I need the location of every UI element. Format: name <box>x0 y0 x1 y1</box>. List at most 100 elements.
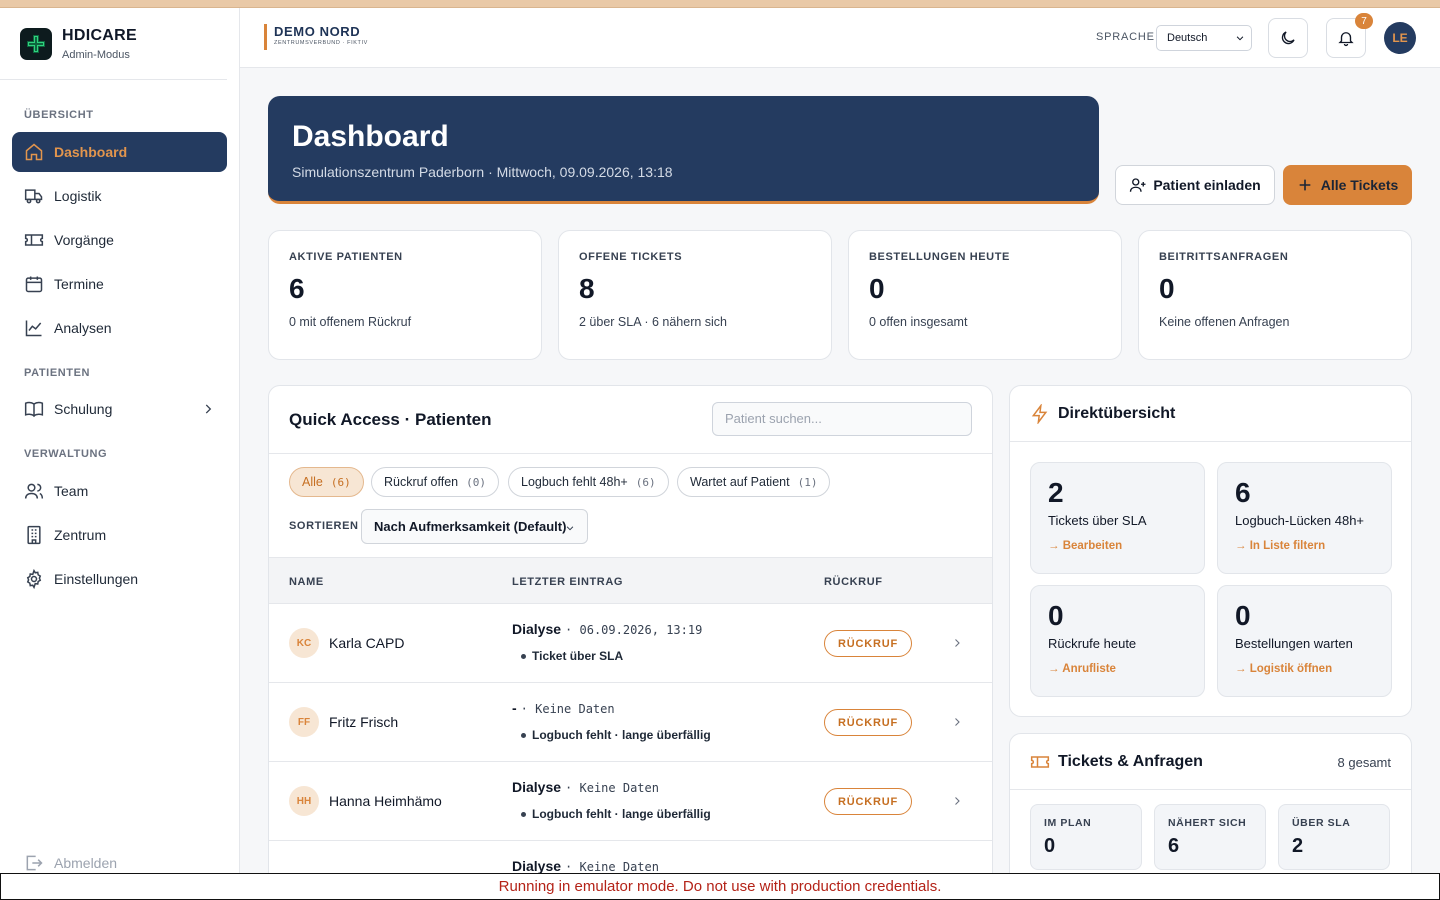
ticket-stat-value: 6 <box>1168 835 1180 857</box>
column-header-name[interactable]: NAME <box>289 576 324 588</box>
tile-orders-waiting[interactable]: 0 Bestellungen warten → Logistik öffnen <box>1217 585 1392 697</box>
avatar: HH <box>289 786 319 816</box>
last-entry: Dialyse · 06.09.2026, 13:19 <box>512 621 702 637</box>
chevron-down-icon <box>566 526 574 531</box>
stat-note: 0 mit offenem Rückruf <box>289 315 412 329</box>
stat-label: OFFENE TICKETS <box>579 251 683 263</box>
column-header-callback[interactable]: RÜCKRUF <box>824 576 883 588</box>
ticket-icon <box>24 234 44 246</box>
book-icon <box>24 401 44 418</box>
sidebar-item-label: Einstellungen <box>54 571 139 587</box>
sidebar-item-termine[interactable]: Termine <box>12 264 227 304</box>
patient-search-input[interactable]: Patient suchen... <box>712 402 972 436</box>
all-tickets-button[interactable]: Alle Tickets <box>1283 165 1412 205</box>
last-entry: Dialyse · Keine Daten <box>512 858 659 874</box>
filter-chip-callback-open[interactable]: Rückruf offen (0) <box>371 467 499 497</box>
patient-name: Hanna Heimhämo <box>329 793 442 809</box>
sidebar-item-dashboard[interactable]: Dashboard <box>12 132 227 172</box>
tile-label: Tickets über SLA <box>1048 513 1147 528</box>
callback-button[interactable]: RÜCKRUF <box>824 788 912 815</box>
avatar: FF <box>289 707 319 737</box>
lightning-icon <box>1031 404 1048 424</box>
user-avatar[interactable]: LE <box>1384 22 1416 54</box>
quick-access-title: Quick Access · Patienten <box>289 410 492 429</box>
last-entry: - · Keine Daten <box>512 700 615 716</box>
sidebar-item-zentrum[interactable]: Zentrum <box>12 515 227 555</box>
tenant-switcher[interactable]: DEMO NORD ZENTRUMSVERBUND · FIKTIV <box>264 24 368 50</box>
tile-tickets-over-sla[interactable]: 2 Tickets über SLA → Bearbeiten <box>1030 462 1205 574</box>
divider <box>1010 441 1411 442</box>
language-value: Deutsch <box>1167 32 1208 44</box>
page-subtitle: Simulationszentrum Paderborn · Mittwoch,… <box>292 164 673 180</box>
column-header-last-entry[interactable]: LETZTER EINTRAG <box>512 576 623 588</box>
patient-name: Fritz Frisch <box>329 714 399 730</box>
sidebar-item-label: Schulung <box>54 401 113 417</box>
chevron-right-icon <box>205 404 212 414</box>
sidebar-item-vorgaenge[interactable]: Vorgänge <box>12 220 227 260</box>
callback-button[interactable]: RÜCKRUF <box>824 709 912 736</box>
tile-link[interactable]: → Anrufliste <box>1048 663 1187 675</box>
filter-chip-logbook-missing[interactable]: Logbuch fehlt 48h+ (6) <box>508 467 669 497</box>
callback-button[interactable]: RÜCKRUF <box>824 630 912 657</box>
notifications-button[interactable]: 7 <box>1326 13 1373 58</box>
sidebar-item-analysen[interactable]: Analysen <box>12 308 227 348</box>
tile-label: Rückrufe heute <box>1048 636 1137 651</box>
stat-card-open-tickets: OFFENE TICKETS 8 2 über SLA · 6 nähern s… <box>558 230 832 360</box>
filter-chip-all[interactable]: Alle (6) <box>289 467 364 497</box>
user-plus-icon <box>1130 178 1146 192</box>
tile-logbook-gaps[interactable]: 6 Logbuch-Lücken 48h+ → In Liste filtern <box>1217 462 1392 574</box>
chevron-right-icon[interactable] <box>951 636 963 650</box>
all-tickets-label: Alle Tickets <box>1320 177 1399 193</box>
divider <box>269 453 992 454</box>
tickets-panel: Tickets & Anfragen 8 gesamt IM PLAN 0 NÄ… <box>1009 733 1412 893</box>
sidebar-item-logistik[interactable]: Logistik <box>12 176 227 216</box>
theme-toggle-button[interactable] <box>1268 18 1308 58</box>
language-select[interactable]: Deutsch <box>1156 25 1252 51</box>
users-icon <box>24 483 44 499</box>
filter-chip-count: (6) <box>330 475 351 489</box>
stat-note: 2 über SLA · 6 nähern sich <box>579 315 728 329</box>
sidebar-item-label: Vorgänge <box>54 232 114 248</box>
sort-select[interactable]: Nach Aufmerksamkeit (Default) <box>361 509 588 544</box>
tile-link[interactable]: → Bearbeiten <box>1048 540 1187 552</box>
chevron-right-icon[interactable] <box>951 715 963 729</box>
stat-value: 6 <box>289 273 305 304</box>
nav-section-overview: ÜBERSICHT <box>24 109 94 121</box>
ticket-stat-label: IM PLAN <box>1044 817 1092 829</box>
sidebar-item-schulung[interactable]: Schulung <box>12 389 227 429</box>
status-dot <box>521 653 526 659</box>
sidebar-item-einstellungen[interactable]: Einstellungen <box>12 559 227 599</box>
tenant-subtitle: ZENTRUMSVERBUND · FIKTIV <box>274 40 368 46</box>
ticket-stat-over-sla[interactable]: ÜBER SLA 2 <box>1278 804 1390 870</box>
gear-icon <box>26 569 42 589</box>
sidebar-item-label: Team <box>54 483 89 499</box>
tile-callbacks-today[interactable]: 0 Rückrufe heute → Anrufliste <box>1030 585 1205 697</box>
table-row[interactable]: HH Hanna Heimhämo Dialyse · Keine Daten L… <box>269 762 992 841</box>
sidebar-item-team[interactable]: Team <box>12 471 227 511</box>
stat-label: BESTELLUNGEN HEUTE <box>869 251 1010 263</box>
nav-section-admin: VERWALTUNG <box>24 448 108 460</box>
entry-status: Logbuch fehlt · lange überfällig <box>521 728 711 742</box>
stat-label: BEITRITTSANFRAGEN <box>1159 251 1289 263</box>
invite-patient-button[interactable]: Patient einladen <box>1115 165 1275 205</box>
tile-value: 2 <box>1048 477 1064 508</box>
tile-link[interactable]: → Logistik öffnen <box>1235 663 1374 675</box>
table-row[interactable]: FF Fritz Frisch - · Keine Daten Logbuch f… <box>269 683 992 762</box>
quick-access-panel: Quick Access · Patienten Patient suchen.… <box>268 385 993 885</box>
tenant-name: DEMO NORD <box>274 24 361 39</box>
plus-icon <box>1299 179 1311 191</box>
filter-chip-label: Rückruf offen <box>384 475 459 489</box>
entry-date: · Keine Daten <box>565 781 659 795</box>
sidebar-item-label: Logistik <box>54 188 102 204</box>
tile-link[interactable]: → In Liste filtern <box>1235 540 1374 552</box>
filter-chip-count: (6) <box>635 475 656 489</box>
chevron-down-icon <box>1236 36 1244 41</box>
table-row[interactable]: KC Karla CAPD Dialyse · 06.09.2026, 13:19… <box>269 604 992 683</box>
filter-chip-waiting-patient[interactable]: Wartet auf Patient (1) <box>677 467 831 497</box>
ticket-stat-value: 2 <box>1292 835 1304 857</box>
ticket-stat-on-plan[interactable]: IM PLAN 0 <box>1030 804 1142 870</box>
chevron-right-icon[interactable] <box>951 794 963 808</box>
stat-note: 0 offen insgesamt <box>869 315 968 329</box>
ticket-stat-approaching[interactable]: NÄHERT SICH 6 <box>1154 804 1266 870</box>
entry-date: · Keine Daten <box>520 702 615 716</box>
